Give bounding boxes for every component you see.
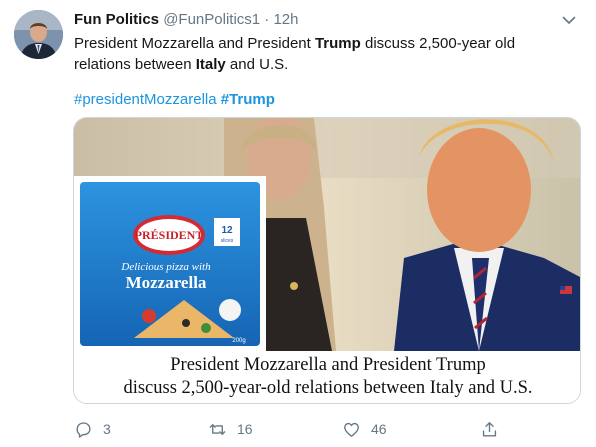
timestamp[interactable]: 12h [273,11,298,28]
tweet-text-bold: Italy [195,56,226,73]
caption-line-1: President Mozzarella and President Trump [170,355,486,375]
package-product: Mozzarella [126,273,207,292]
like-count: 46 [371,421,387,437]
chevron-down-icon[interactable] [560,11,578,29]
retweet-button[interactable]: 16 [208,418,253,440]
package-tagline: Delicious pizza with [120,261,211,273]
tweet-text: President Mozzarella and President Trump… [74,33,574,75]
share-icon [482,421,497,437]
package-count-unit: slices [221,238,234,244]
tweet-card[interactable]: Fun Politics @FunPolitics1 · 12h Preside… [0,0,596,447]
tweet-text-part: President Mozzarella and President [74,35,315,52]
tweet-text-bold: Trump [314,35,361,52]
tweet-header: Fun Politics @FunPolitics1 · 12h [74,11,582,31]
hashtag-line: #presidentMozzarella #Trump [74,89,275,110]
heart-icon [344,422,359,437]
reply-count: 3 [103,421,111,437]
media-caption: President Mozzarella and President Trump… [74,351,580,403]
package-count: 12 [221,225,233,236]
retweet-count: 16 [237,421,253,437]
user-handle[interactable]: @FunPolitics1 [163,11,260,28]
package-brand: PRÉSIDENT [135,228,204,242]
caption-line-2: discuss 2,500-year-old relations between… [123,378,533,398]
display-name[interactable]: Fun Politics [74,11,159,28]
like-button[interactable]: 46 [342,418,387,440]
package-weight: 200g [232,338,245,344]
avatar[interactable] [14,10,63,59]
retweet-icon [209,423,226,435]
dot-separator: · [264,11,270,28]
reply-button[interactable]: 3 [74,418,111,440]
action-bar: 3 16 46 [74,418,574,440]
share-button[interactable] [480,418,509,440]
reply-icon [76,421,91,438]
media-card[interactable]: PRÉSIDENT 12 slices Delicious pizza with… [73,117,581,404]
hashtag-link[interactable]: #presidentMozzarella [74,91,217,108]
media-photo: PRÉSIDENT 12 slices Delicious pizza with… [74,118,580,351]
tweet-text-part: and U.S. [225,56,289,73]
hashtag-link[interactable]: #Trump [221,91,275,108]
